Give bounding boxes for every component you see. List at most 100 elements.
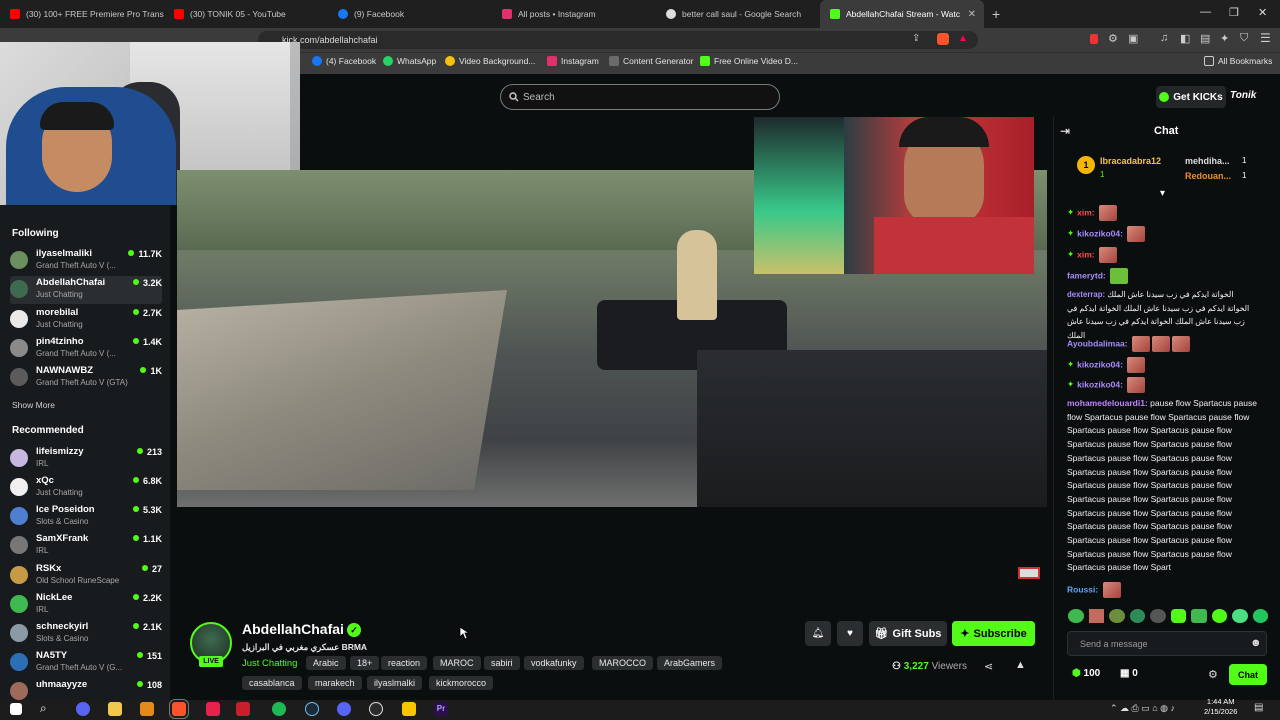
subscribe-button[interactable]: ✦ Subscribe xyxy=(952,621,1035,646)
chat-username[interactable]: kikoziko04: xyxy=(1077,359,1123,369)
channel-item[interactable]: xQc Just Chatting 6.8K xyxy=(10,474,162,502)
chat-username[interactable]: Roussi: xyxy=(1067,584,1098,594)
url-field[interactable]: kick.com/abdellahchafai xyxy=(258,31,978,49)
leo-ai-icon[interactable]: ✦ xyxy=(1220,32,1229,45)
collapse-chat-icon[interactable]: ⇥ xyxy=(1060,124,1070,138)
emoji-icon[interactable]: ☻ xyxy=(1250,637,1262,649)
channel-item[interactable]: uhmaayyze 108 xyxy=(10,678,162,700)
obs-icon[interactable] xyxy=(369,702,383,716)
channel-item[interactable]: NA5TY Grand Theft Auto V (G... 151 xyxy=(10,649,162,677)
search-input[interactable]: Search xyxy=(500,84,780,110)
app-icon[interactable] xyxy=(402,702,416,716)
bookmark-whatsapp[interactable]: WhatsApp xyxy=(383,56,436,66)
stream-category[interactable]: Just Chatting xyxy=(242,658,297,669)
browser-tab-active[interactable]: AbdellahChafai Stream - Watc ✕ xyxy=(820,0,984,28)
taskbar-clock[interactable]: 1:44 AM 2/15/2026 xyxy=(1204,697,1237,717)
close-window-icon[interactable]: ✕ xyxy=(1258,6,1267,19)
stream-tag[interactable]: Arabic xyxy=(306,656,346,670)
bookmark-instagram[interactable]: Instagram xyxy=(547,56,599,66)
channel-points[interactable]: ⬢ 100 xyxy=(1072,668,1100,679)
chat-username[interactable]: Ayoubdalimaa: xyxy=(1067,338,1128,348)
channel-item[interactable]: Ice Poseidon Slots & Casino 5.3K xyxy=(10,503,162,531)
chat-username[interactable]: dexterrap: xyxy=(1067,290,1105,299)
emote-icon[interactable] xyxy=(1150,609,1166,623)
windows-start-icon[interactable] xyxy=(10,703,22,715)
file-explorer-icon[interactable] xyxy=(108,702,122,716)
extension-icon[interactable] xyxy=(1090,34,1098,44)
stream-tag[interactable]: MAROCCO xyxy=(592,656,653,670)
emote-icon[interactable] xyxy=(1232,609,1248,623)
channel-item-selected[interactable]: AbdellahChafai Just Chatting 3.2K xyxy=(10,276,162,304)
channel-item[interactable]: NAWNAWBZ Grand Theft Auto V (GTA) 1K xyxy=(10,364,162,392)
chat-username[interactable]: kikoziko04: xyxy=(1077,228,1123,238)
share-icon[interactable]: ⇪ xyxy=(912,33,920,44)
streamer-name[interactable]: AbdellahChafai xyxy=(242,621,344,637)
new-tab-icon[interactable]: + xyxy=(992,6,1000,22)
channel-item[interactable]: morebilal Just Chatting 2.7K xyxy=(10,306,162,334)
browser-tab[interactable]: (9) Facebook xyxy=(328,0,492,28)
emote-icon[interactable] xyxy=(1088,609,1104,623)
app-icon[interactable] xyxy=(236,702,250,716)
emote-icon[interactable] xyxy=(1109,609,1125,623)
emote-icon[interactable] xyxy=(1170,609,1186,623)
bookmark-video-download[interactable]: Free Online Video D... xyxy=(700,56,798,66)
emote-icon[interactable] xyxy=(1252,609,1268,623)
top-gifter-name[interactable]: mehdiha... xyxy=(1185,156,1230,166)
stream-tag[interactable]: ilyaslmalki xyxy=(367,676,423,690)
stream-tag[interactable]: vodkafunky xyxy=(524,656,584,670)
chat-settings-icon[interactable]: ⚙ xyxy=(1208,668,1218,681)
spotify-icon[interactable] xyxy=(272,702,286,716)
emote-icon[interactable] xyxy=(1191,609,1207,623)
close-tab-icon[interactable]: ✕ xyxy=(968,9,976,20)
menu-icon[interactable]: ☰ xyxy=(1260,31,1271,45)
stream-tag[interactable]: ArabGamers xyxy=(657,656,723,670)
gift-subs-button[interactable]: 🎁︎ Gift Subs xyxy=(869,621,947,646)
show-more-link[interactable]: Show More xyxy=(12,400,55,410)
browser-tab[interactable]: (30) TONIK 05 - YouTube xyxy=(164,0,328,28)
report-icon[interactable]: ▲ xyxy=(1015,659,1026,671)
system-tray-icons[interactable]: ⌃ ☁ ⎙ ▭ ⌂ ◍ ♪ xyxy=(1110,703,1175,714)
follow-heart-button[interactable]: ♥ xyxy=(837,621,863,646)
extension-icon[interactable]: ⚙ xyxy=(1108,32,1118,45)
emote-icon[interactable] xyxy=(1129,609,1145,623)
vpn-icon[interactable]: ⛉ xyxy=(1240,32,1248,45)
app-icon[interactable] xyxy=(140,702,154,716)
stream-tag[interactable]: sabiri xyxy=(484,656,520,670)
chat-username[interactable]: famerytd: xyxy=(1067,270,1106,280)
browser-tab[interactable]: better call saul - Google Search xyxy=(656,0,820,28)
minimize-icon[interactable]: — xyxy=(1200,6,1211,18)
stream-tag[interactable]: casablanca xyxy=(242,676,302,690)
channel-item[interactable]: SamXFrank IRL 1.1K xyxy=(10,532,162,560)
stream-tag[interactable]: reaction xyxy=(381,656,428,670)
gift-counter[interactable]: ▦ 0 xyxy=(1120,668,1138,679)
user-avatar-brand[interactable]: Tonik xyxy=(1230,90,1256,101)
brave-shield-icon[interactable] xyxy=(937,33,949,45)
notification-icon[interactable]: ▤ xyxy=(1254,702,1263,713)
chat-username[interactable]: mohamedelouardi1: xyxy=(1067,398,1148,408)
top-gifter-name[interactable]: Ibracadabra12 xyxy=(1100,156,1161,166)
chat-username[interactable]: xim: xyxy=(1077,249,1094,259)
emote-icon[interactable] xyxy=(1211,609,1227,623)
bookmark-facebook[interactable]: (4) Facebook xyxy=(312,56,376,66)
chat-username[interactable]: kikoziko04: xyxy=(1077,379,1123,389)
channel-item[interactable]: lifeismizzy IRL 213 xyxy=(10,445,162,473)
channel-item[interactable]: ilyaselmaliki Grand Theft Auto V (... 11.7… xyxy=(10,247,162,275)
share-icon[interactable]: ⋖ xyxy=(984,660,993,673)
extension-icon[interactable]: ▣ xyxy=(1128,32,1138,45)
brave-rewards-icon[interactable]: ▲ xyxy=(958,33,968,44)
sidebar-toggle-icon[interactable]: ◧ xyxy=(1180,32,1190,45)
discord-icon[interactable] xyxy=(76,702,90,716)
brave-icon[interactable] xyxy=(169,699,189,719)
chat-username[interactable]: xim: xyxy=(1077,207,1094,217)
discord-icon[interactable] xyxy=(337,702,351,716)
bookmark-content-generator[interactable]: Content Generator xyxy=(609,56,693,66)
stream-tag[interactable]: MAROC xyxy=(433,656,481,670)
app-icon[interactable] xyxy=(206,702,220,716)
chat-message-input[interactable]: Send a message ☻ xyxy=(1067,631,1267,656)
stream-tag[interactable]: 18+ xyxy=(350,656,380,670)
stream-tag[interactable]: kickmorocco xyxy=(429,676,494,690)
channel-item[interactable]: RSKx Old School RuneScape 27 xyxy=(10,562,162,590)
send-chat-button[interactable]: Chat xyxy=(1229,664,1267,685)
get-kicks-button[interactable]: Get KICKs xyxy=(1156,86,1226,108)
expand-leaderboard-icon[interactable]: ▾ xyxy=(1160,188,1165,199)
